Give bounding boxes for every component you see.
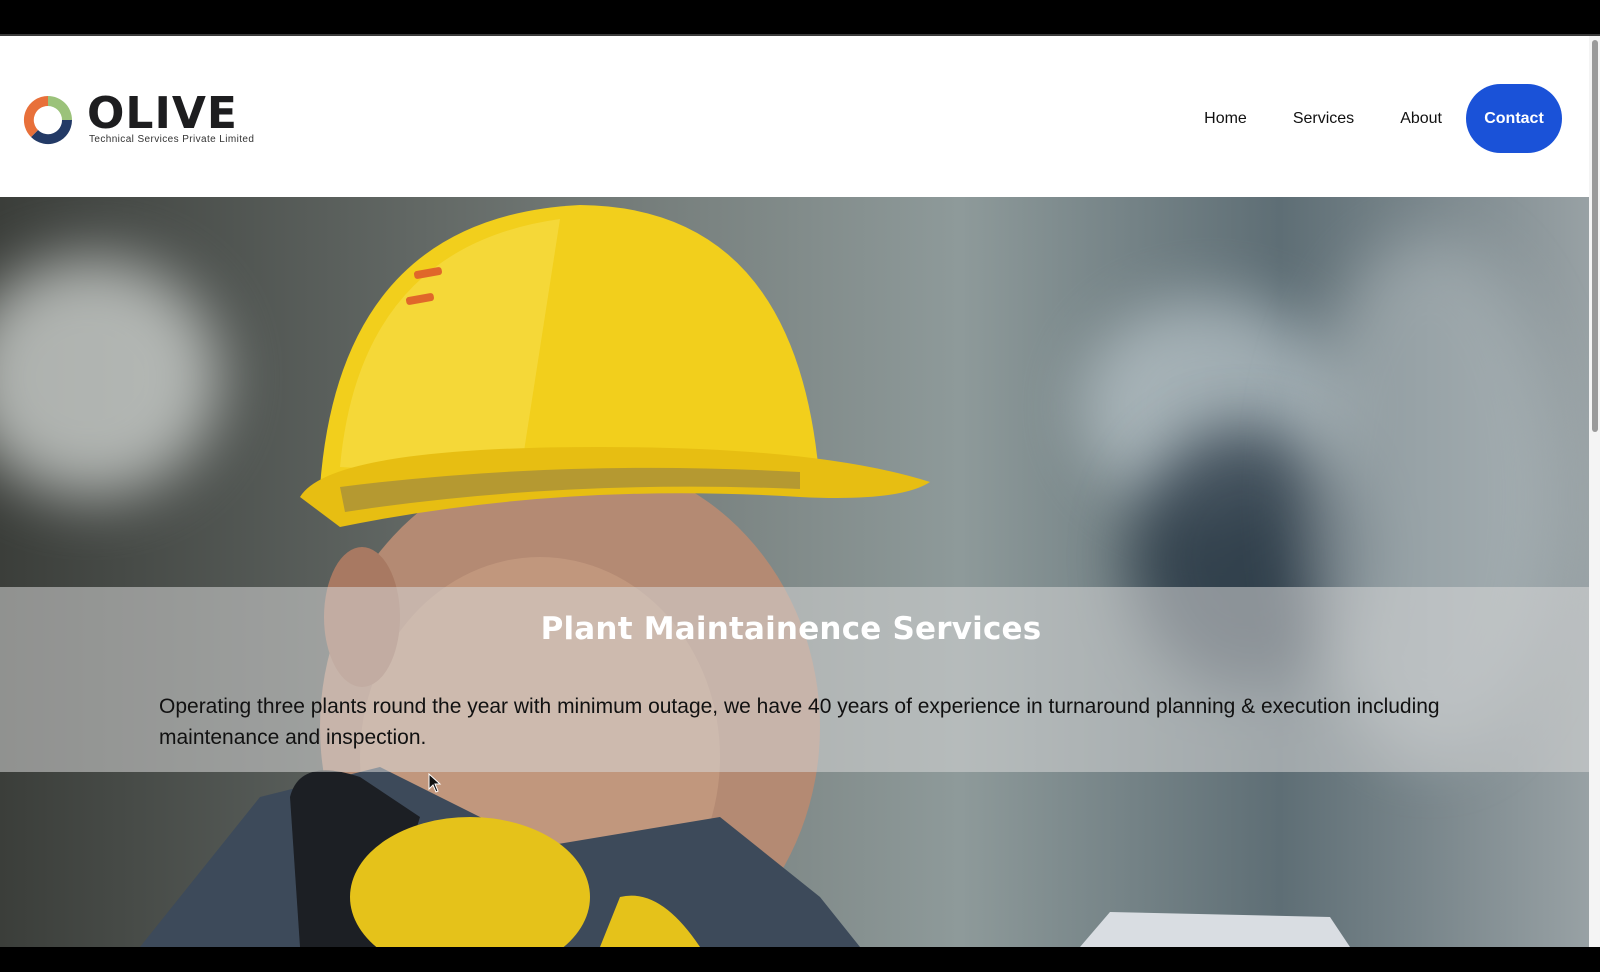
- olive-logo-icon: [23, 95, 73, 145]
- nav-about-link[interactable]: About: [1400, 110, 1442, 128]
- main-nav: Home Services About Contact: [1204, 84, 1562, 153]
- page-scrollbar[interactable]: [1589, 36, 1600, 947]
- nav-home-link[interactable]: Home: [1204, 110, 1247, 128]
- nav-services-link[interactable]: Services: [1293, 110, 1354, 128]
- brand-logo[interactable]: OLIVE Technical Services Private Limited: [19, 91, 259, 151]
- window-top-bar: [0, 0, 1600, 36]
- hero-section: Plant Maintainence Services Operating th…: [0, 197, 1600, 947]
- web-page: OLIVE Technical Services Private Limited…: [0, 36, 1600, 947]
- scrollbar-thumb[interactable]: [1592, 40, 1598, 432]
- mouse-cursor-icon: [428, 773, 442, 793]
- hero-title: Plant Maintainence Services: [540, 611, 1042, 647]
- brand-name: OLIVE: [87, 88, 238, 139]
- worker-hardhat-photo: [140, 205, 1350, 947]
- window-bottom-bar: [0, 947, 1600, 972]
- site-header: OLIVE Technical Services Private Limited…: [0, 36, 1600, 197]
- hero-description: Operating three plants round the year wi…: [159, 695, 1440, 749]
- brand-tagline: Technical Services Private Limited: [89, 134, 255, 145]
- contact-button[interactable]: Contact: [1466, 84, 1562, 153]
